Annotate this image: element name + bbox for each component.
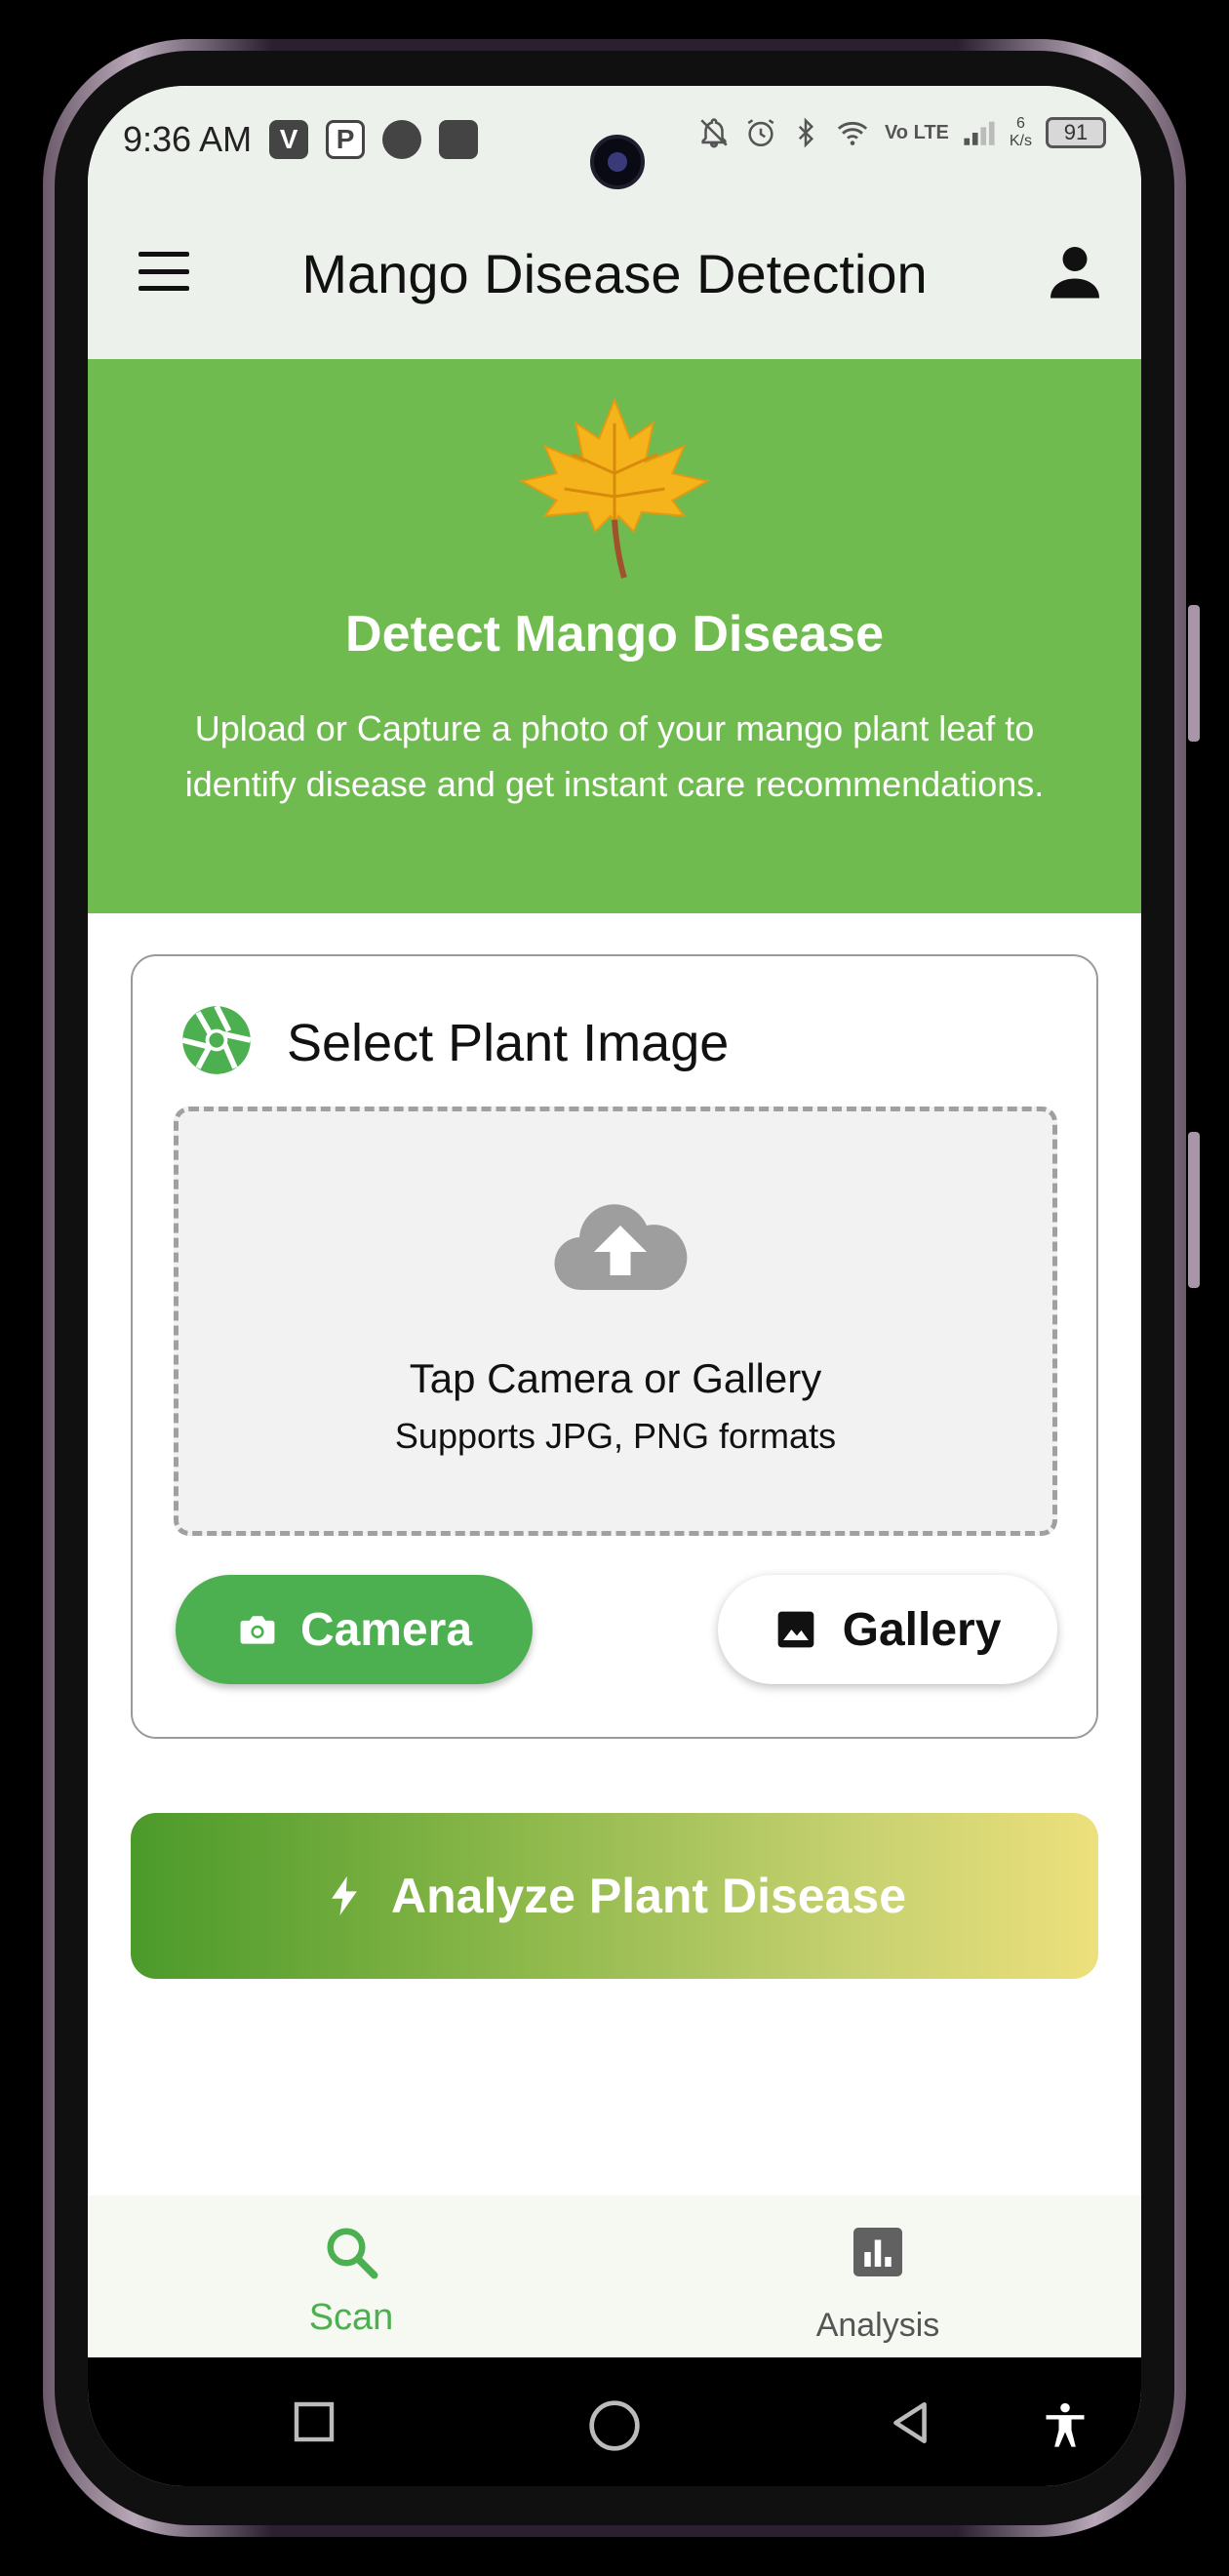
status-time: 9:36 AM bbox=[123, 119, 253, 159]
nav-item-scan[interactable]: Scan bbox=[88, 2195, 614, 2357]
nav-item-analysis[interactable]: Analysis bbox=[614, 2195, 1141, 2357]
nav-label-scan: Scan bbox=[308, 2297, 394, 2338]
aperture-icon bbox=[181, 1004, 252, 1074]
power-button bbox=[1188, 1132, 1200, 1288]
image-icon bbox=[777, 1611, 813, 1648]
network-speed-value: 6 bbox=[1015, 115, 1025, 132]
notification-square-icon bbox=[439, 120, 479, 159]
wifi-icon bbox=[837, 121, 868, 145]
bell-off-icon bbox=[700, 118, 728, 148]
hero-subtitle: Upload or Capture a photo of your mango … bbox=[184, 708, 1045, 804]
home-icon[interactable] bbox=[587, 2398, 642, 2453]
cloud-upload-icon bbox=[554, 1204, 688, 1291]
back-icon[interactable] bbox=[886, 2398, 934, 2447]
front-camera bbox=[590, 135, 645, 189]
dropzone-subtitle: Supports JPG, PNG formats bbox=[394, 1416, 837, 1456]
network-speed: 6 K/s bbox=[1010, 115, 1032, 150]
search-icon bbox=[327, 2228, 378, 2279]
status-right-icons: Vo LTE 6 K/s 91 bbox=[697, 115, 1106, 150]
signal-icon bbox=[964, 121, 995, 145]
camera-button-label: Camera bbox=[299, 1603, 473, 1656]
gallery-button-label: Gallery bbox=[842, 1603, 1002, 1656]
notification-dot-icon bbox=[382, 120, 422, 159]
person-icon[interactable] bbox=[1046, 242, 1104, 301]
hero-banner: Detect Mango Disease Upload or Capture a… bbox=[88, 359, 1141, 913]
app-v-icon: V bbox=[269, 120, 309, 159]
app-p-icon: P bbox=[326, 120, 366, 159]
system-navigation-bar bbox=[88, 2357, 1141, 2486]
dropzone-title: Tap Camera or Gallery bbox=[409, 1355, 822, 1401]
screen: 9:36 AM V P Vo LTE 6 K/s 91 Mango Diseas… bbox=[88, 86, 1141, 2486]
network-speed-unit: K/s bbox=[1009, 133, 1032, 149]
bar-chart-icon bbox=[853, 2228, 902, 2276]
recents-icon[interactable] bbox=[291, 2398, 337, 2445]
analyze-button[interactable]: Analyze Plant Disease bbox=[131, 1813, 1098, 1979]
maple-leaf-icon bbox=[519, 397, 710, 579]
card-title: Select Plant Image bbox=[287, 1014, 730, 1072]
bluetooth-icon bbox=[798, 117, 813, 148]
hero-title: Detect Mango Disease bbox=[345, 606, 884, 663]
bolt-icon bbox=[332, 1875, 357, 1916]
select-image-card: Select Plant Image Tap Camera or Gallery… bbox=[131, 954, 1098, 1739]
battery-level: 91 bbox=[1063, 120, 1089, 144]
image-dropzone[interactable]: Tap Camera or Gallery Supports JPG, PNG … bbox=[174, 1107, 1057, 1536]
nav-label-analysis: Analysis bbox=[815, 2307, 940, 2344]
notification-icons: V P bbox=[269, 120, 479, 159]
volume-button bbox=[1188, 605, 1200, 742]
bottom-navigation: Scan Analysis bbox=[88, 2195, 1141, 2357]
accessibility-icon[interactable] bbox=[1040, 2398, 1090, 2453]
app-bar: Mango Disease Detection bbox=[88, 193, 1141, 359]
app-title: Mango Disease Detection bbox=[301, 243, 928, 304]
gallery-button[interactable]: Gallery bbox=[718, 1575, 1057, 1684]
camera-button[interactable]: Camera bbox=[176, 1575, 533, 1684]
analyze-button-label: Analyze Plant Disease bbox=[390, 1869, 907, 1923]
alarm-icon bbox=[747, 119, 774, 147]
battery-indicator: 91 bbox=[1046, 117, 1106, 148]
network-type: Vo LTE bbox=[884, 122, 949, 143]
camera-icon bbox=[240, 1616, 275, 1644]
